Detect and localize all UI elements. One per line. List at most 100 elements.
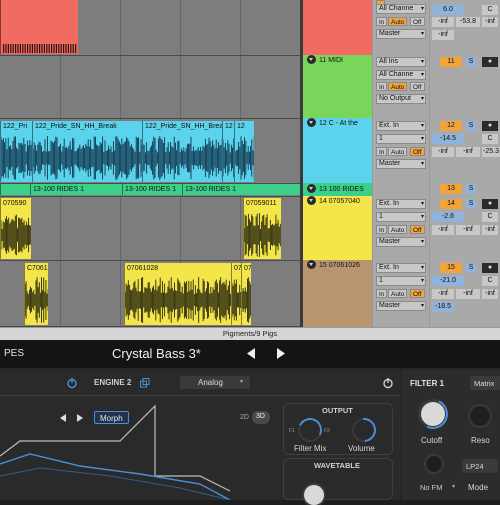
track-header-10[interactable] — [303, 0, 372, 55]
audio-clip-yellow-14a[interactable]: 070590 — [0, 198, 31, 259]
track-14-input[interactable]: Ext. In — [376, 199, 426, 209]
audio-clip-blue-2[interactable]: 122_Pride_SN_HH_Break — [32, 121, 142, 182]
track-13-number[interactable]: 13 — [440, 184, 462, 194]
monitor-in[interactable]: In — [376, 225, 388, 234]
audio-clip-yellow-15b[interactable]: 07061028 — [124, 263, 231, 325]
track-14-number[interactable]: 14 — [440, 199, 462, 209]
monitor-in[interactable]: In — [376, 147, 388, 156]
next-preset-icon[interactable] — [275, 347, 287, 360]
audio-clip-blue-3[interactable]: 122_Pride_SN_HH_Break1 — [142, 121, 222, 182]
copy-engine-icon[interactable] — [140, 378, 150, 388]
track-header-15[interactable]: 15 07061026 — [303, 260, 372, 327]
track-header-13[interactable]: 13 100 RIDES — [303, 183, 372, 196]
track-14-volume[interactable]: -2.6 — [432, 212, 464, 222]
plugin-window-title[interactable]: Pigments/9 Pigs — [0, 327, 500, 340]
fold-icon[interactable] — [307, 260, 316, 269]
audio-clip-blue-4[interactable]: 12 — [222, 121, 234, 182]
track-12-pan[interactable]: C — [482, 134, 498, 144]
audio-clip-blue-1[interactable]: 122_Pri — [0, 121, 32, 182]
view-3d-toggle[interactable]: 3D — [252, 411, 270, 424]
monitor-off[interactable]: Off — [410, 289, 425, 298]
monitor-in[interactable]: In — [376, 17, 388, 26]
track-11-input[interactable]: All Ins — [376, 57, 426, 67]
morph-button[interactable]: Morph — [94, 411, 129, 424]
volume-knob[interactable] — [347, 413, 381, 447]
monitor-off[interactable]: Off — [410, 17, 425, 26]
reso-knob[interactable] — [470, 406, 490, 426]
track-10-input-channel[interactable]: All Channe — [376, 4, 426, 14]
track-12-number[interactable]: 12 — [440, 121, 462, 131]
rides-clip-1[interactable] — [0, 184, 30, 195]
monitor-off[interactable]: Off — [410, 82, 425, 91]
track-10-output[interactable]: Master — [376, 29, 426, 39]
audio-clip-yellow-15a[interactable]: C7061 — [24, 263, 48, 325]
engine-2-power-icon[interactable] — [382, 377, 394, 389]
track-15-input[interactable]: Ext. In — [376, 263, 426, 273]
track-15-number[interactable]: 15 — [440, 263, 462, 273]
track-12-volume[interactable]: -14.5 — [432, 134, 464, 144]
track-14-solo[interactable]: S — [466, 199, 476, 209]
monitor-in[interactable]: In — [376, 289, 388, 298]
track-12-solo[interactable]: S — [466, 121, 476, 131]
fold-icon[interactable] — [307, 184, 316, 193]
monitor-auto[interactable]: Auto — [388, 17, 408, 26]
track-15-pan[interactable]: C — [482, 276, 498, 286]
track-11-number[interactable]: 11 — [440, 57, 462, 67]
filter-mix-knob[interactable] — [294, 414, 326, 446]
track-15-channel[interactable]: 1 — [376, 276, 426, 286]
track-12-output[interactable]: Master — [376, 159, 426, 169]
preset-name[interactable]: Crystal Bass 3* — [112, 346, 201, 361]
track-15-volume[interactable]: -21.0 — [432, 276, 464, 286]
track-header-12[interactable]: 12 C - At the — [303, 118, 372, 183]
track-12-arm[interactable]: ● — [482, 121, 498, 131]
track-14-pan[interactable]: C — [482, 212, 498, 222]
fm-knob[interactable] — [426, 456, 442, 472]
mode-dropdown[interactable]: LP24 — [462, 459, 498, 473]
monitor-auto[interactable]: Auto — [388, 289, 408, 298]
track-11-solo[interactable]: S — [466, 57, 476, 67]
monitor-off[interactable]: Off — [410, 225, 425, 234]
monitor-auto[interactable]: Auto — [388, 82, 408, 91]
track-10-volume[interactable]: 6.0 — [432, 5, 464, 15]
track-header-14[interactable]: 14 07057040 — [303, 196, 372, 260]
filter-type-dropdown[interactable]: Matrix — [470, 376, 500, 390]
fold-icon[interactable] — [307, 55, 316, 64]
engine-2-label[interactable]: ENGINE 2 — [94, 378, 131, 387]
track-12-channel[interactable]: 1 — [376, 134, 426, 144]
track-15-output[interactable]: Master — [376, 301, 426, 311]
morph-left-icon[interactable] — [59, 414, 67, 422]
rides-clip-3[interactable]: 13-100 RIDES 1 — [122, 184, 182, 195]
fm-selector[interactable]: No FM — [420, 483, 443, 492]
track-11-output[interactable]: No Output — [376, 94, 426, 104]
monitor-in[interactable]: In — [376, 82, 388, 91]
track-12-input[interactable]: Ext. In — [376, 121, 426, 131]
engine-type-dropdown[interactable]: Analog ▾ — [180, 376, 250, 389]
track-14-channel[interactable]: 1 — [376, 212, 426, 222]
audio-clip-yellow-14b[interactable]: 07059011 — [243, 198, 281, 259]
engine-1-power-icon[interactable] — [66, 377, 78, 389]
track-14-output[interactable]: Master — [376, 237, 426, 247]
track-15-arm[interactable]: ● — [482, 263, 498, 273]
rides-clip-2[interactable]: 13-100 RIDES 1 — [30, 184, 122, 195]
monitor-auto[interactable]: Auto — [388, 225, 408, 234]
morph-right-icon[interactable] — [76, 414, 84, 422]
track-15-solo[interactable]: S — [466, 263, 476, 273]
track-11-channel[interactable]: All Channe — [376, 70, 426, 80]
monitor-off[interactable]: Off — [410, 147, 425, 156]
fold-icon[interactable] — [307, 196, 316, 205]
presets-tab-partial[interactable]: PES — [4, 348, 24, 359]
previous-preset-icon[interactable] — [245, 347, 257, 360]
track-11-arm[interactable]: ● — [482, 57, 498, 67]
fold-icon[interactable] — [307, 118, 316, 127]
rides-clip-4[interactable]: 13-100 RIDES 1 — [182, 184, 300, 195]
track-13-solo[interactable]: S — [466, 184, 476, 194]
wavetable-knob[interactable] — [304, 485, 324, 505]
track-10-pan[interactable]: C — [482, 5, 498, 15]
audio-clip-yellow-15d[interactable]: 07 — [241, 263, 251, 325]
monitor-auto[interactable]: Auto — [388, 147, 408, 156]
track-14-arm[interactable]: ● — [482, 199, 498, 209]
audio-clip-yellow-15c[interactable]: 07 — [231, 263, 241, 325]
view-2d-toggle[interactable]: 2D — [240, 414, 249, 421]
midi-clip-red[interactable] — [0, 0, 78, 54]
audio-clip-blue-5[interactable]: 12 — [234, 121, 254, 182]
